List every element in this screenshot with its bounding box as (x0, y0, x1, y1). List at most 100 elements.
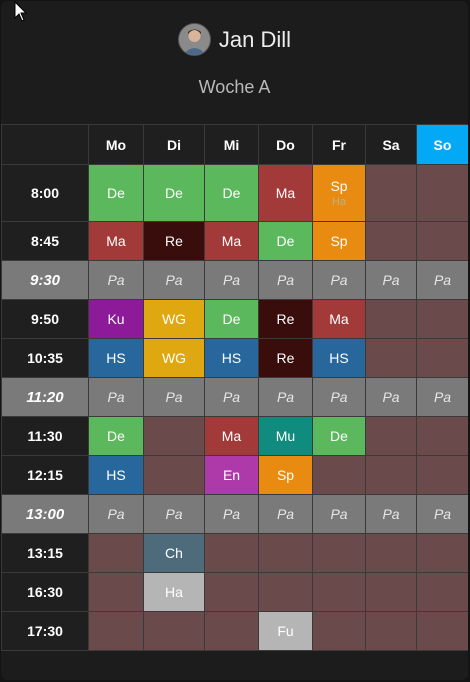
subject-label: Ma (221, 233, 242, 249)
day-header-row: Mo Di Mi Do Fr Sa So (1, 124, 468, 165)
mouse-cursor-icon (14, 1, 28, 22)
timetable: Mo Di Mi Do Fr Sa So 8:00 De De De Ma Sp Ha 8:45 Ma Re M… (1, 124, 468, 651)
empty-cell (365, 221, 417, 261)
empty-cell (312, 611, 366, 651)
empty-cell (312, 455, 366, 495)
subject-label: Ma (275, 185, 296, 201)
lesson-row: 17:30 Fu (1, 611, 468, 651)
subject-label: Sp (330, 233, 348, 249)
avatar[interactable] (177, 23, 211, 56)
subject-label: En (222, 467, 241, 483)
empty-cell (258, 572, 313, 612)
pause-cell: Pa (365, 260, 417, 300)
lesson-cell[interactable]: Ma (312, 299, 366, 339)
lesson-row: 12:15 HS En Sp (1, 455, 468, 495)
lesson-cell[interactable]: De (312, 416, 366, 456)
subject-label: Sp (330, 178, 348, 194)
lesson-cell[interactable]: Sp Ha (312, 164, 366, 222)
pause-cell: Pa (143, 494, 205, 534)
lesson-cell[interactable]: Re (143, 221, 205, 261)
empty-cell (88, 533, 144, 573)
subject-label: De (330, 428, 348, 444)
pause-cell: Pa (416, 494, 468, 534)
pause-row: 11:20 Pa Pa Pa Pa Pa Pa Pa (1, 377, 468, 417)
lesson-row: 16:30 Ha (1, 572, 468, 612)
lesson-cell[interactable]: Ma (204, 221, 259, 261)
empty-cell (365, 164, 417, 222)
empty-cell (365, 299, 417, 339)
empty-cell (88, 611, 144, 651)
header: Jan Dill (1, 23, 468, 59)
lesson-cell[interactable]: Ch (143, 533, 205, 573)
empty-cell (416, 533, 468, 573)
lesson-cell[interactable]: De (204, 164, 259, 222)
subject-label: Mu (275, 428, 296, 444)
time-cell: 9:50 (1, 299, 89, 339)
lesson-cell[interactable]: HS (312, 338, 366, 378)
subject-label: De (107, 185, 125, 201)
timetable-card: Jan Dill Woche A Mo Di Mi Do Fr Sa So 8:00 De De… (1, 1, 468, 680)
lesson-cell[interactable]: De (204, 299, 259, 339)
day-header-so: So (416, 124, 468, 165)
lesson-cell[interactable]: Re (258, 299, 313, 339)
lesson-cell[interactable]: Sp (258, 455, 313, 495)
subject-label: HS (221, 350, 242, 366)
day-header-mi: Mi (204, 124, 259, 165)
time-cell: 11:20 (1, 377, 89, 417)
lesson-cell[interactable]: Fu (258, 611, 313, 651)
day-header-di: Di (143, 124, 205, 165)
lesson-cell[interactable]: WG (143, 299, 205, 339)
lesson-row: 8:00 De De De Ma Sp Ha (1, 164, 468, 222)
pause-cell: Pa (258, 377, 313, 417)
lesson-cell[interactable]: De (88, 416, 144, 456)
lesson-cell[interactable]: Ma (258, 164, 313, 222)
lesson-row: 8:45 Ma Re Ma De Sp (1, 221, 468, 261)
empty-cell (204, 572, 259, 612)
lesson-cell[interactable]: HS (204, 338, 259, 378)
pause-cell: Pa (365, 494, 417, 534)
day-header-sa: Sa (365, 124, 417, 165)
lesson-cell[interactable]: Ma (88, 221, 144, 261)
subject-label: Ma (221, 428, 242, 444)
lesson-cell[interactable]: De (258, 221, 313, 261)
week-label: Woche A (198, 77, 271, 97)
lesson-cell[interactable]: Re (258, 338, 313, 378)
lesson-cell[interactable]: HS (88, 455, 144, 495)
subject-label: De (222, 311, 241, 327)
time-cell: 10:35 (1, 338, 89, 378)
lesson-row: 10:35 HS WG HS Re HS (1, 338, 468, 378)
empty-cell (365, 611, 417, 651)
lesson-cell[interactable]: Sp (312, 221, 366, 261)
pause-cell: Pa (416, 260, 468, 300)
subject-label: Re (165, 233, 183, 249)
lesson-cell[interactable]: HS (88, 338, 144, 378)
pause-cell: Pa (258, 260, 313, 300)
lesson-cell[interactable]: De (143, 164, 205, 222)
lesson-cell[interactable]: Ku (88, 299, 144, 339)
lesson-row: 9:50 Ku WG De Re Ma (1, 299, 468, 339)
empty-cell (88, 572, 144, 612)
lesson-cell[interactable]: WG (143, 338, 205, 378)
empty-cell (416, 455, 468, 495)
pause-cell: Pa (88, 377, 144, 417)
day-header-fr: Fr (312, 124, 366, 165)
subject-label: Ma (106, 233, 126, 249)
empty-cell (365, 416, 417, 456)
lesson-cell[interactable]: Ma (204, 416, 259, 456)
subject-label: Fu (277, 623, 294, 639)
lesson-cell[interactable]: De (88, 164, 144, 222)
empty-cell (312, 572, 366, 612)
pause-row: 9:30 Pa Pa Pa Pa Pa Pa Pa (1, 260, 468, 300)
pause-cell: Pa (365, 377, 417, 417)
lesson-cell[interactable]: Mu (258, 416, 313, 456)
pause-cell: Pa (204, 260, 259, 300)
day-header-mo: Mo (88, 124, 144, 165)
lesson-cell[interactable]: Ha (143, 572, 205, 612)
lesson-row: 13:15 Ch (1, 533, 468, 573)
empty-cell (204, 611, 259, 651)
empty-cell (312, 533, 366, 573)
lesson-cell[interactable]: En (204, 455, 259, 495)
empty-cell (143, 416, 205, 456)
empty-cell (365, 533, 417, 573)
subject-label: Re (276, 311, 295, 327)
